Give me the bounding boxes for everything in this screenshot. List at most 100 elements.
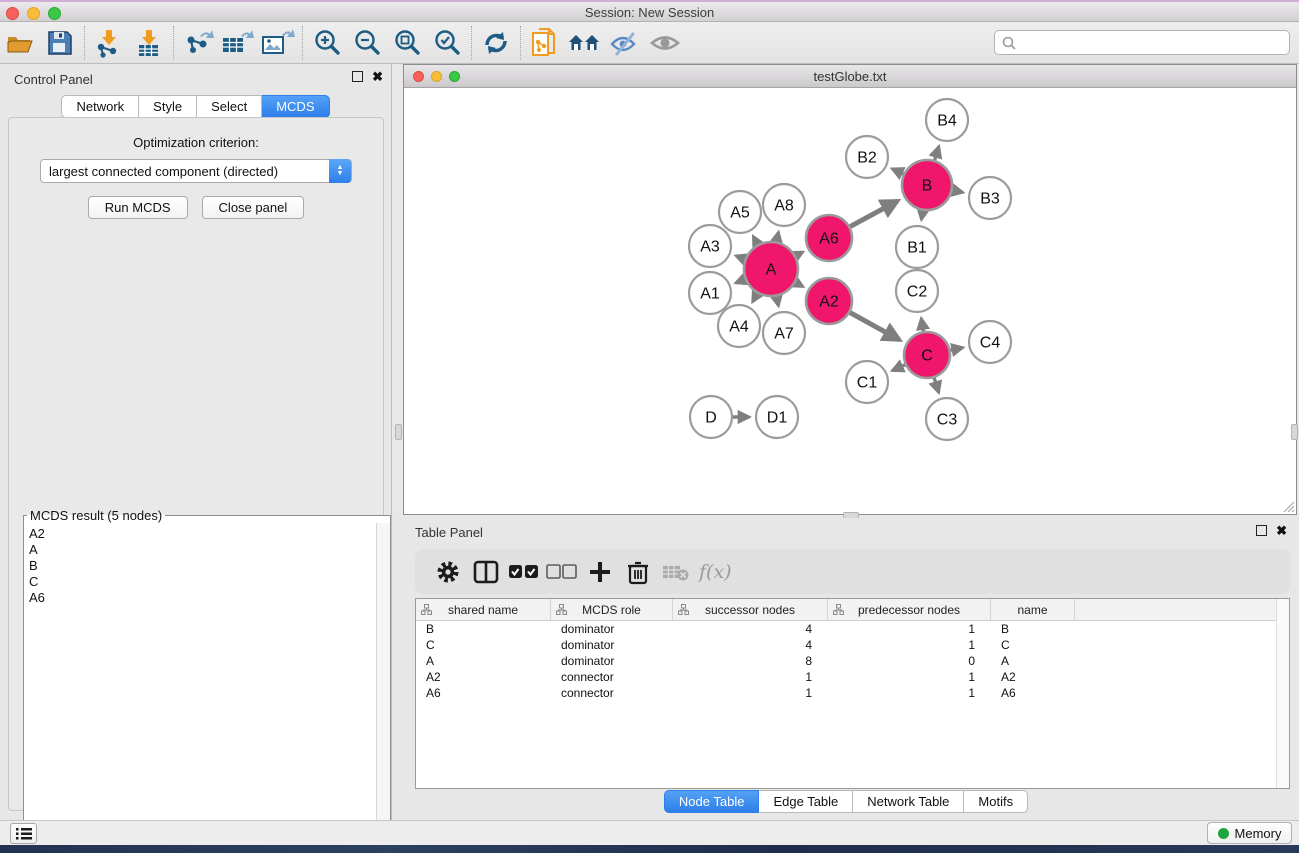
cell-predecessor-nodes[interactable]: 1 (828, 621, 991, 637)
cell-shared-name[interactable]: A6 (416, 685, 551, 701)
tab-style[interactable]: Style (139, 95, 197, 118)
new-network-from-selection-icon[interactable] (525, 25, 565, 61)
cell-successor-nodes[interactable]: 4 (673, 621, 828, 637)
cell-mcds-role[interactable]: dominator (551, 653, 673, 669)
edge-A-A6[interactable] (796, 252, 803, 256)
cell-shared-name[interactable]: C (416, 637, 551, 653)
settings-gear-icon[interactable] (429, 554, 467, 590)
node-C4[interactable]: C4 (969, 321, 1011, 363)
export-network-icon[interactable] (178, 25, 218, 61)
table-row[interactable]: Adominator80A (416, 653, 1289, 669)
table-tab-network-table[interactable]: Network Table (853, 790, 964, 813)
network-canvas[interactable]: B4B2BB3B1A5A8A6A3AA1C2A4A7A2CC4C1C3DD1 (404, 88, 1296, 514)
edge-C-C3[interactable] (934, 378, 939, 392)
import-network-icon[interactable] (89, 25, 129, 61)
resize-grip-icon[interactable] (1281, 499, 1295, 513)
export-table-icon[interactable] (218, 25, 258, 61)
table-row[interactable]: A2connector11A2 (416, 669, 1289, 685)
node-B3[interactable]: B3 (969, 177, 1011, 219)
show-all-icon[interactable] (645, 25, 685, 61)
cell-name[interactable]: A2 (991, 669, 1075, 685)
float-panel-icon[interactable] (352, 71, 363, 82)
edge-A-A2[interactable] (796, 283, 803, 287)
node-A3[interactable]: A3 (689, 225, 731, 267)
table-row[interactable]: Cdominator41C (416, 637, 1289, 653)
table-tab-edge-table[interactable]: Edge Table (759, 790, 853, 813)
cell-predecessor-nodes[interactable]: 1 (828, 637, 991, 653)
node-A6[interactable]: A6 (806, 215, 852, 261)
node-table[interactable]: shared name MCDS role successor nodes pr… (415, 598, 1290, 789)
table-row[interactable]: A6connector11A6 (416, 685, 1289, 701)
cell-name[interactable]: B (991, 621, 1075, 637)
cell-successor-nodes[interactable]: 1 (673, 685, 828, 701)
edge-A-A8[interactable] (777, 232, 779, 241)
node-A5[interactable]: A5 (719, 191, 761, 233)
cell-mcds-role[interactable]: connector (551, 685, 673, 701)
add-column-icon[interactable] (581, 554, 619, 590)
table-scrollbar[interactable] (1276, 599, 1289, 788)
close-panel-icon[interactable]: ✖ (372, 71, 383, 82)
cell-name[interactable]: A6 (991, 685, 1075, 701)
mcds-result-item[interactable]: C (29, 574, 390, 590)
save-session-icon[interactable] (40, 25, 80, 61)
select-all-icon[interactable] (505, 554, 543, 590)
mcds-result-item[interactable]: A6 (29, 590, 390, 606)
node-A1[interactable]: A1 (689, 272, 731, 314)
float-table-panel-icon[interactable] (1256, 525, 1267, 536)
cell-shared-name[interactable]: A2 (416, 669, 551, 685)
node-B1[interactable]: B1 (896, 226, 938, 268)
split-table-icon[interactable] (467, 554, 505, 590)
delete-column-icon[interactable] (619, 554, 657, 590)
mcds-result-item[interactable]: B (29, 558, 390, 574)
column-header-name[interactable]: name (991, 599, 1075, 620)
delete-table-icon[interactable] (657, 554, 695, 590)
node-B2[interactable]: B2 (846, 136, 888, 178)
edge-A6-B[interactable] (850, 201, 897, 227)
close-panel-button[interactable]: Close panel (202, 196, 305, 219)
node-C2[interactable]: C2 (896, 270, 938, 312)
edge-B-B2[interactable] (892, 169, 903, 174)
cell-mcds-role[interactable]: dominator (551, 621, 673, 637)
column-header-predecessor-nodes[interactable]: predecessor nodes (828, 599, 991, 620)
zoom-in-icon[interactable] (307, 25, 347, 61)
open-file-icon[interactable] (0, 25, 40, 61)
hide-selected-icon[interactable] (605, 25, 645, 61)
cell-successor-nodes[interactable]: 4 (673, 637, 828, 653)
close-table-panel-icon[interactable]: ✖ (1276, 525, 1287, 536)
edge-A-A1[interactable] (736, 279, 745, 283)
run-mcds-button[interactable]: Run MCDS (88, 196, 188, 219)
node-A2[interactable]: A2 (806, 278, 852, 324)
splitter-handle[interactable] (395, 424, 402, 440)
edge-A-A3[interactable] (736, 256, 745, 259)
cell-successor-nodes[interactable]: 1 (673, 669, 828, 685)
tab-network[interactable]: Network (61, 95, 139, 118)
task-history-button[interactable] (10, 823, 37, 844)
cell-predecessor-nodes[interactable]: 1 (828, 685, 991, 701)
zoom-selected-icon[interactable] (427, 25, 467, 61)
cell-shared-name[interactable]: A (416, 653, 551, 669)
table-tab-node-table[interactable]: Node Table (664, 790, 760, 813)
node-D1[interactable]: D1 (756, 396, 798, 438)
node-A8[interactable]: A8 (763, 184, 805, 226)
edge-B-B1[interactable] (921, 211, 922, 220)
node-C3[interactable]: C3 (926, 398, 968, 440)
node-A4[interactable]: A4 (718, 305, 760, 347)
node-C1[interactable]: C1 (846, 361, 888, 403)
column-header-shared-name[interactable]: shared name (416, 599, 551, 620)
tab-select[interactable]: Select (197, 95, 262, 118)
edge-B-B4[interactable] (935, 147, 939, 160)
edge-C-C1[interactable] (892, 365, 905, 371)
zoom-out-icon[interactable] (347, 25, 387, 61)
mcds-result-item[interactable]: A (29, 542, 390, 558)
export-image-icon[interactable] (258, 25, 298, 61)
zoom-fit-icon[interactable] (387, 25, 427, 61)
edge-C-C4[interactable] (951, 348, 963, 351)
network-graph[interactable]: B4B2BB3B1A5A8A6A3AA1C2A4A7A2CC4C1C3DD1 (404, 88, 1296, 514)
node-A7[interactable]: A7 (763, 312, 805, 354)
node-C[interactable]: C (904, 332, 950, 378)
search-input[interactable] (1017, 33, 1289, 53)
criterion-select[interactable]: largest connected component (directed) ▲… (40, 159, 352, 183)
edge-A-A7[interactable] (777, 296, 779, 305)
network-window-titlebar[interactable]: testGlobe.txt (404, 65, 1296, 88)
node-A[interactable]: A (744, 242, 798, 296)
